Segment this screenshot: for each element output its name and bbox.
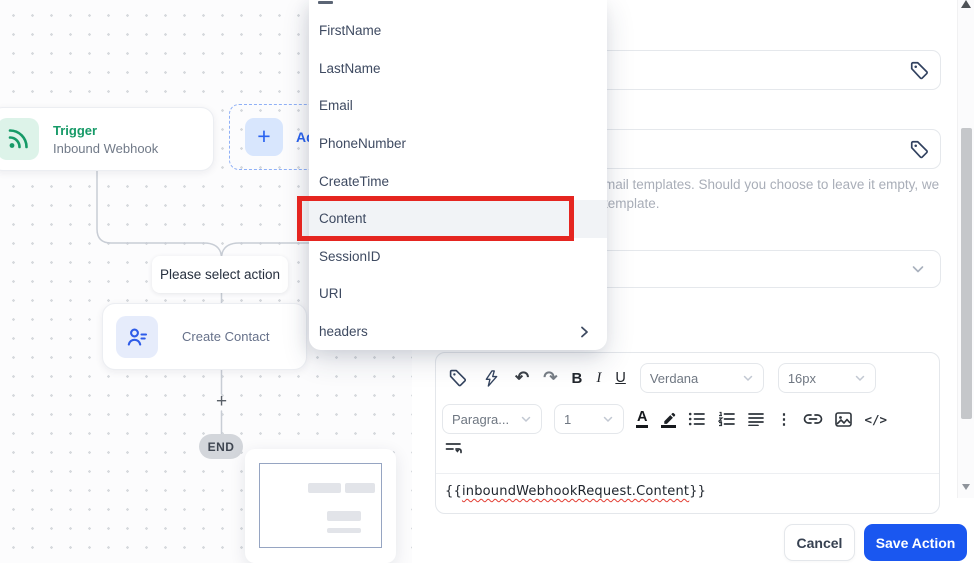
template-preview-card[interactable] [245, 449, 396, 563]
helper-line-2: template. [604, 196, 660, 211]
webhook-fields-dropdown: FirstName LastName Email PhoneNumber Cre… [309, 0, 607, 350]
plus-icon: + [245, 118, 283, 156]
font-size-select[interactable]: 16px [777, 363, 876, 393]
font-family-select[interactable]: Verdana [639, 363, 764, 393]
bullet-list-icon[interactable] [688, 411, 706, 427]
rich-text-editor: ↶ ↷ B I U Verdana 16px Paragra... 1 A ⋮ … [435, 352, 940, 514]
editor-content[interactable]: {{inboundWebhookRequest.Content}} [445, 484, 706, 499]
webhook-signal-icon [0, 118, 39, 160]
bold-button[interactable]: B [572, 370, 583, 387]
placeholder-bar [308, 483, 341, 493]
chevron-right-icon [581, 326, 588, 337]
clipped-item-remnant [318, 1, 333, 4]
dropdown-item-headers[interactable]: headers [309, 313, 607, 351]
scrollbar-thumb[interactable] [961, 128, 972, 419]
scroll-up-arrow-icon[interactable] [961, 0, 971, 8]
braces-open: {{ [445, 484, 462, 499]
workflow-builder-screen: Trigger Inbound Webhook + Add Please sel… [0, 0, 974, 563]
chevron-down-icon [521, 416, 531, 423]
placeholder-bar [327, 528, 361, 533]
create-contact-label: Create Contact [182, 329, 270, 344]
chevron-down-icon [603, 416, 613, 423]
redo-icon[interactable]: ↷ [543, 368, 557, 388]
paragraph-style-value: Paragra... [452, 411, 510, 427]
dropdown-item-content[interactable]: Content [309, 199, 607, 238]
dropdown-item-sessionid[interactable]: SessionID [309, 238, 607, 276]
contact-person-icon [116, 315, 158, 358]
text-direction-icon[interactable] [445, 441, 463, 456]
chevron-down-icon [912, 266, 924, 273]
dropdown-item-uri[interactable]: URI [309, 275, 607, 313]
dropdown-item-phonenumber[interactable]: PhoneNumber [309, 125, 607, 163]
placeholder-bar [327, 511, 361, 521]
tag-icon[interactable] [906, 57, 932, 83]
more-options-icon[interactable]: ⋮ [776, 410, 791, 428]
helper-line-1: mail templates. Should you choose to lea… [604, 177, 940, 192]
end-badge: END [199, 434, 243, 459]
helper-text: mail templates. Should you choose to lea… [604, 175, 964, 213]
merge-token: inboundWebhookRequest.Content [461, 484, 690, 499]
align-justify-icon[interactable] [748, 412, 765, 426]
code-view-button[interactable]: </> [864, 412, 887, 427]
merge-tag-icon[interactable] [448, 368, 468, 388]
create-contact-node[interactable]: Create Contact [102, 303, 307, 370]
chevron-down-icon [855, 375, 865, 382]
dropdown-item-lastname[interactable]: LastName [309, 50, 607, 88]
template-wireframe [259, 463, 382, 548]
editor-toolbar-row-1: ↶ ↷ B I U Verdana 16px [448, 363, 876, 393]
link-icon[interactable] [803, 412, 823, 426]
trigger-subtitle: Inbound Webhook [53, 140, 159, 156]
dropdown-item-email[interactable]: Email [309, 87, 607, 125]
tag-icon[interactable] [906, 136, 932, 162]
highlight-color-icon[interactable] [660, 411, 676, 428]
image-icon[interactable] [835, 411, 853, 427]
add-step-plus-icon[interactable]: + [212, 392, 231, 411]
line-height-select[interactable]: 1 [554, 404, 624, 434]
italic-button[interactable]: I [596, 370, 601, 387]
paragraph-style-select[interactable]: Paragra... [442, 404, 542, 434]
font-size-value: 16px [787, 370, 817, 386]
select-action-label: Please select action [152, 256, 288, 293]
braces-close: }} [689, 484, 707, 499]
scroll-down-arrow-icon[interactable] [962, 484, 970, 490]
underline-button[interactable]: U [615, 370, 625, 386]
chevron-down-icon [743, 375, 753, 382]
cancel-button[interactable]: Cancel [784, 524, 855, 561]
save-action-button[interactable]: Save Action [864, 524, 967, 561]
panel-scrollbar[interactable] [957, 0, 974, 498]
trigger-node[interactable]: Trigger Inbound Webhook [0, 107, 214, 171]
line-height-value: 1 [564, 411, 572, 427]
placeholder-bar [345, 483, 375, 493]
toolbar-divider [436, 473, 939, 474]
font-family-value: Verdana [649, 370, 699, 386]
dynamic-value-bolt-icon[interactable] [482, 369, 501, 388]
editor-toolbar-row-2: Paragra... 1 A ⋮ </> [442, 404, 887, 434]
editor-toolbar-row-3 [445, 441, 463, 456]
text-color-button[interactable]: A [636, 410, 649, 428]
trigger-title: Trigger [53, 122, 98, 138]
numbered-list-icon[interactable] [718, 411, 736, 427]
dropdown-item-firstname[interactable]: FirstName [309, 12, 607, 50]
dropdown-item-createtime[interactable]: CreateTime [309, 162, 607, 200]
undo-icon[interactable]: ↶ [515, 368, 529, 388]
